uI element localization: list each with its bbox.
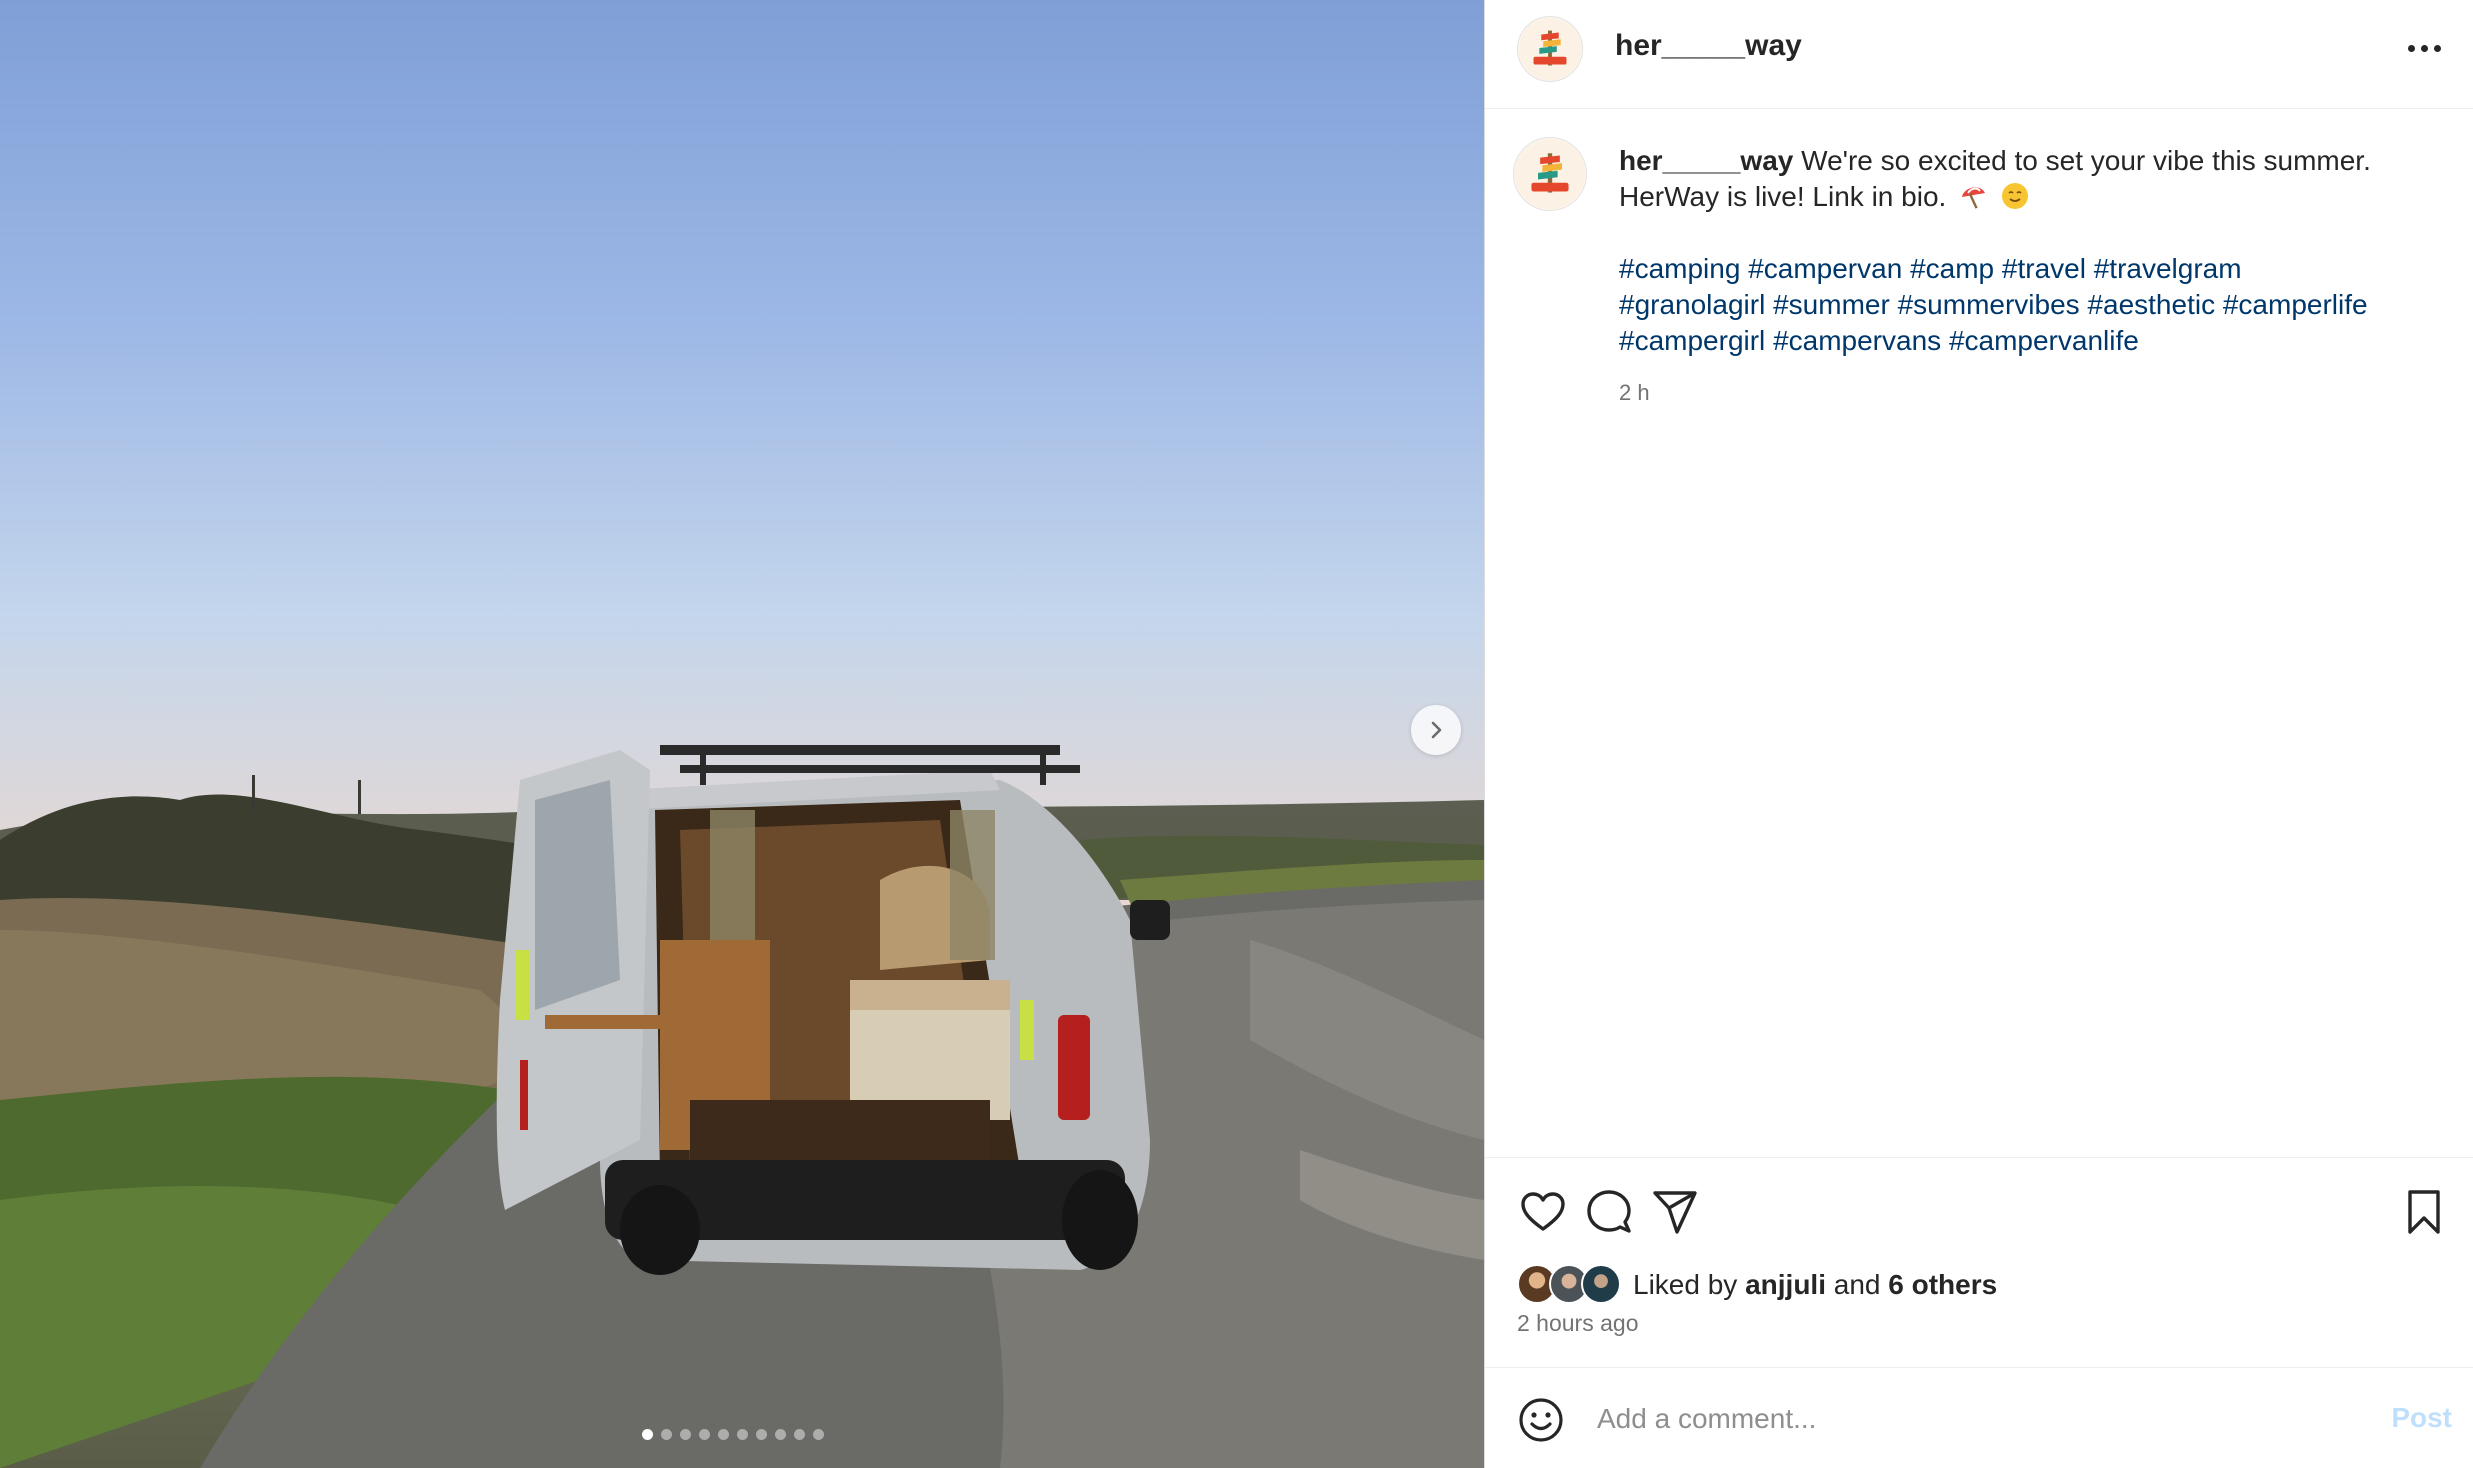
carousel-dot xyxy=(756,1429,767,1440)
hashtag-link[interactable]: #summervibes xyxy=(1898,289,2080,320)
caption-author-avatar[interactable] xyxy=(1513,137,1587,211)
more-options-button[interactable] xyxy=(2400,30,2448,66)
post-details-panel: her_____way her_____way We're so excited… xyxy=(1484,0,2473,1468)
carousel-dot xyxy=(699,1429,710,1440)
more-dot-icon xyxy=(2407,44,2415,52)
herway-logo xyxy=(1515,139,1585,209)
caption-hashtags: #camping #campervan #camp #travel #trave… xyxy=(1619,251,2449,359)
hashtag-link[interactable]: #camp xyxy=(1910,253,1994,284)
chevron-right-icon xyxy=(1431,721,1442,739)
carousel-dot xyxy=(661,1429,672,1440)
hashtag-link[interactable]: #camperlife xyxy=(2223,289,2368,320)
share-button[interactable] xyxy=(1649,1186,1701,1238)
hashtag-link[interactable]: #campervanlife xyxy=(1949,325,2139,356)
comment-button[interactable] xyxy=(1583,1186,1635,1238)
beach-umbrella-emoji xyxy=(1962,187,1986,209)
liker-avatars[interactable] xyxy=(1517,1264,1625,1306)
bookmark-icon xyxy=(2408,1190,2440,1234)
hashtag-link[interactable]: #campervan xyxy=(1748,253,1902,284)
hashtag-link[interactable]: #aesthetic xyxy=(2087,289,2215,320)
hashtag-link[interactable]: #travel xyxy=(2002,253,2086,284)
comment-input[interactable] xyxy=(1597,1394,2337,1444)
likes-conjunction: and xyxy=(1833,1269,1881,1300)
post-image[interactable] xyxy=(0,0,1484,1468)
likes-prefix: Liked by xyxy=(1633,1269,1738,1300)
carousel-dot xyxy=(718,1429,729,1440)
like-button[interactable] xyxy=(1517,1186,1569,1238)
comment-bar: Post xyxy=(1485,1367,2473,1468)
save-button[interactable] xyxy=(2398,1186,2450,1238)
post-timestamp[interactable]: 2 hours ago xyxy=(1517,1310,1638,1337)
heart-icon xyxy=(1521,1192,1565,1231)
author-avatar[interactable] xyxy=(1517,16,1583,82)
first-liker-link[interactable]: anjjuli xyxy=(1745,1269,1826,1301)
herway-logo xyxy=(1518,17,1582,81)
caption-body: her_____way We're so excited to set your… xyxy=(1619,143,2449,411)
liker-avatar xyxy=(1581,1264,1621,1304)
caption-username[interactable]: her_____way xyxy=(1619,145,1793,176)
smiling-sun-emoji xyxy=(2001,183,2028,209)
carousel-dot xyxy=(642,1429,653,1440)
more-dot-icon xyxy=(2420,44,2428,52)
caption-text-block: her_____way We're so excited to set your… xyxy=(1619,143,2449,215)
hashtag-link[interactable]: #granolagirl xyxy=(1619,289,1765,320)
carousel-indicator xyxy=(642,1429,824,1440)
hashtag-link[interactable]: #campergirl xyxy=(1619,325,1765,356)
hashtag-link[interactable]: #campervans xyxy=(1773,325,1941,356)
author-username[interactable]: her_____way xyxy=(1615,29,1802,63)
camper-van-photo xyxy=(0,745,1484,1468)
likes-summary: Liked by anjjuli and 6 others xyxy=(1517,1264,1997,1306)
post-comment-button[interactable]: Post xyxy=(2391,1402,2452,1434)
hashtag-link[interactable]: #camping xyxy=(1619,253,1740,284)
carousel-dot xyxy=(737,1429,748,1440)
next-slide-button[interactable] xyxy=(1411,705,1461,755)
carousel-dot xyxy=(775,1429,786,1440)
other-likers-link[interactable]: 6 others xyxy=(1888,1269,1997,1301)
share-icon xyxy=(1653,1191,1697,1234)
carousel-dot xyxy=(794,1429,805,1440)
caption-time[interactable]: 2 h xyxy=(1619,375,2449,411)
more-dot-icon xyxy=(2433,44,2441,52)
post-header: her_____way xyxy=(1485,0,2473,109)
carousel-dot xyxy=(680,1429,691,1440)
post-actions: Liked by anjjuli and 6 others 2 hours ag… xyxy=(1485,1157,2473,1367)
comment-icon xyxy=(1587,1190,1631,1233)
carousel-dot xyxy=(813,1429,824,1440)
hashtag-link[interactable]: #summer xyxy=(1773,289,1890,320)
emoji-picker-icon[interactable] xyxy=(1517,1396,1565,1444)
hashtag-link[interactable]: #travelgram xyxy=(2094,253,2242,284)
instagram-post-modal: her_____way her_____way We're so excited… xyxy=(0,0,2473,1468)
